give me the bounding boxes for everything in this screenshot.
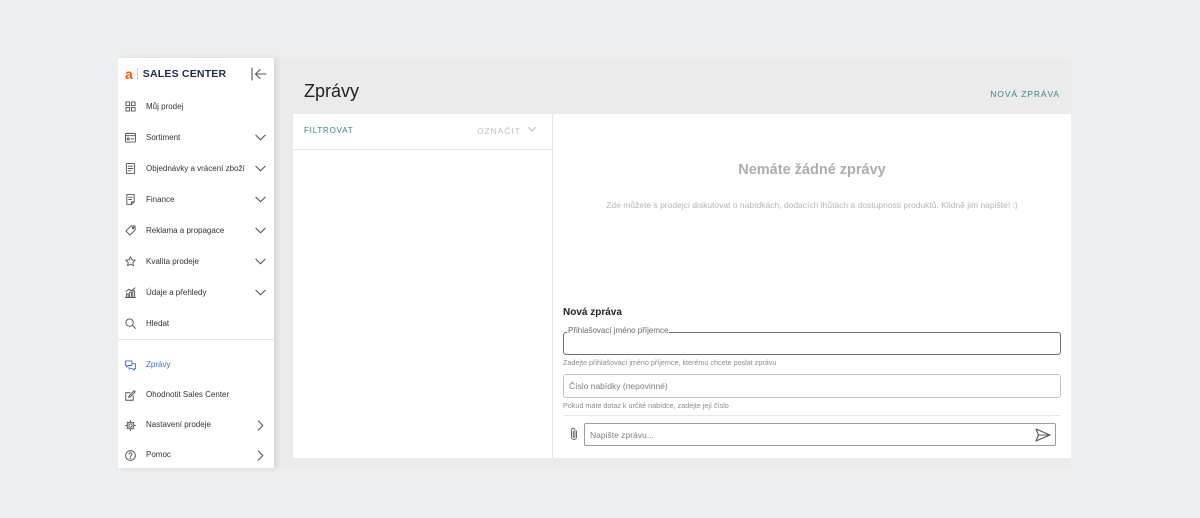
sidebar-item-label: Zprávy (146, 360, 171, 369)
logo-divider (136, 68, 138, 80)
tag-icon (125, 225, 136, 236)
offer-helper-text: Pokud máte dotaz k určité nabídce, zadej… (563, 401, 729, 410)
sidebar-item-label: Kvalita prodeje (146, 256, 199, 266)
sidebar-item-label: Reklama a propagace (146, 225, 225, 235)
sidebar-item-label: Ohodnotit Sales Center (146, 390, 230, 399)
sidebar-item-label: Údaje a přehledy (146, 287, 207, 297)
recipient-field: Přihlašovací jméno příjemce (563, 326, 1061, 355)
sidebar-item-messages[interactable]: Zprávy (118, 350, 274, 380)
sidebar-item-advertising[interactable]: Reklama a propagace (118, 215, 274, 246)
send-icon[interactable] (1035, 427, 1051, 442)
mark-dropdown[interactable]: OZNAČIT (477, 125, 536, 137)
empty-state-title: Nemáte žádné zprávy (738, 162, 886, 178)
sidebar-item-label: Můj prodej (146, 101, 184, 111)
receipt-icon (125, 194, 136, 205)
page-title: Zprávy (304, 81, 360, 101)
chevron-down-icon (527, 127, 536, 132)
sidebar-item-label: Hledat (146, 318, 170, 328)
gear-icon (125, 419, 136, 431)
collapse-left-icon[interactable] (251, 67, 267, 81)
message-input[interactable] (585, 424, 1029, 445)
inventory-icon (125, 132, 136, 143)
app-shell: a SALES CENTER Můj prodej Sortiment Obje… (118, 58, 1071, 468)
conversation-list-header: FILTROVAT OZNAČIT (293, 114, 552, 150)
chart-icon (125, 287, 136, 298)
chevron-down-icon[interactable] (255, 289, 266, 296)
sidebar-item-search[interactable]: Hledat (118, 308, 274, 339)
sidebar-item-label: Objednávky a vrácení zboží (146, 163, 245, 173)
sidebar-item-sales-quality[interactable]: Kvalita prodeje (118, 246, 274, 277)
sidebar-item-data-reports[interactable]: Údaje a přehledy (118, 277, 274, 308)
mark-dropdown-label: OZNAČIT (477, 126, 521, 136)
sidebar-item-label: Finance (146, 194, 175, 204)
orders-document-icon (125, 163, 136, 174)
chevron-down-icon[interactable] (255, 165, 266, 172)
sidebar-item-label: Pomoc (146, 450, 171, 459)
edit-icon (125, 389, 136, 401)
recipient-input[interactable] (564, 333, 1060, 354)
message-field (584, 423, 1056, 446)
chevron-down-icon[interactable] (255, 196, 266, 203)
sidebar-item-label: Nastavení prodeje (146, 420, 211, 429)
sales-center-logo[interactable]: a SALES CENTER (125, 65, 226, 83)
sidebar-nav: Můj prodej Sortiment Objednávky a vrácen… (118, 91, 274, 339)
filter-button[interactable]: FILTROVAT (304, 126, 353, 136)
recipient-label: Přihlašovací jméno příjemce (567, 326, 670, 336)
sidebar-item-finance[interactable]: Finance (118, 184, 274, 215)
offer-number-input[interactable] (564, 375, 1060, 397)
sidebar-item-sales-settings[interactable]: Nastavení prodeje (118, 410, 274, 440)
grid-icon (125, 101, 136, 112)
sidebar-item-muj-prodej[interactable]: Můj prodej (118, 91, 274, 122)
sidebar-nav-secondary: Zprávy Ohodnotit Sales Center Nastavení … (118, 339, 274, 468)
logo-letter: a (125, 66, 133, 82)
star-icon (125, 256, 136, 267)
sidebar: a SALES CENTER Můj prodej Sortiment Obje… (118, 58, 274, 468)
chevron-down-icon[interactable] (255, 134, 266, 141)
thread-panel: Nemáte žádné zprávy Zde můžete s prodejc… (553, 114, 1071, 458)
sidebar-item-label: Sortiment (146, 132, 181, 142)
sidebar-item-orders[interactable]: Objednávky a vrácení zboží (118, 153, 274, 184)
sidebar-item-sortiment[interactable]: Sortiment (118, 122, 274, 153)
logo-text: SALES CENTER (142, 68, 227, 80)
chevron-down-icon[interactable] (255, 227, 266, 234)
chevron-right-icon[interactable] (257, 419, 264, 431)
new-message-button[interactable]: NOVÁ ZPRÁVA (990, 88, 1060, 100)
offer-number-field (563, 374, 1061, 398)
paperclip-icon[interactable] (569, 427, 579, 441)
search-icon (125, 318, 136, 329)
chevron-right-icon[interactable] (257, 449, 264, 461)
empty-state-text: Zde můžete s prodejci diskutovat o nabíd… (606, 200, 1018, 210)
chat-icon (125, 359, 136, 371)
compose-divider (563, 415, 1061, 416)
messages-card: FILTROVAT OZNAČIT Nemáte žádné zprávy Zd… (293, 114, 1071, 458)
sidebar-item-rate-sales-center[interactable]: Ohodnotit Sales Center (118, 380, 274, 410)
compose-title: Nová zpráva (563, 307, 622, 318)
help-circle-icon (125, 449, 136, 461)
sidebar-item-help[interactable]: Pomoc (118, 440, 274, 468)
conversation-list-panel: FILTROVAT OZNAČIT (293, 114, 553, 458)
recipient-helper-text: Zadejte přihlašovací jméno příjemce, kte… (563, 358, 777, 367)
chevron-down-icon[interactable] (255, 258, 266, 265)
